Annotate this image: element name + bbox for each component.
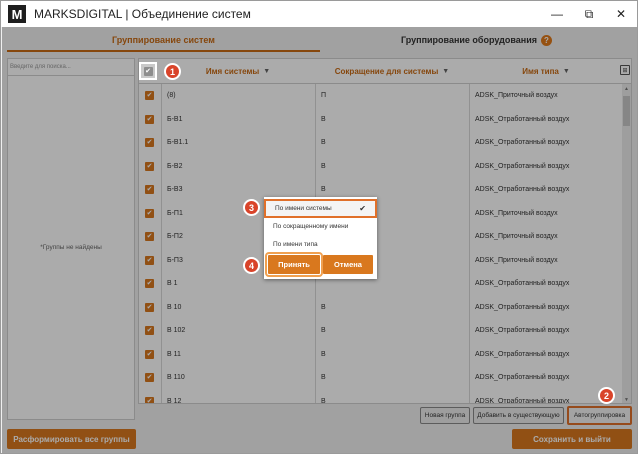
window-controls: — ⧉ ✕ xyxy=(541,1,637,27)
autogroup-popup: По имени системы ✔ По сокращенному имени … xyxy=(264,197,377,279)
close-icon[interactable]: ✕ xyxy=(605,1,637,27)
option-by-type-name[interactable]: По имени типа xyxy=(264,235,377,254)
app-window: M MARKSDIGITAL | Объединение систем — ⧉ … xyxy=(0,0,638,454)
minimize-icon[interactable]: — xyxy=(541,1,573,27)
step-badge-3: 3 xyxy=(243,199,260,216)
option-by-system-name[interactable]: По имени системы ✔ xyxy=(264,199,377,218)
select-all-checkbox[interactable]: ✔ xyxy=(139,62,157,80)
step-badge-4: 4 xyxy=(243,257,260,274)
step-badge-2: 2 xyxy=(598,387,615,404)
title-bar: M MARKSDIGITAL | Объединение систем — ⧉ … xyxy=(1,1,637,27)
step-badge-1: 1 xyxy=(164,63,181,80)
option-label: По имени типа xyxy=(273,241,318,248)
window-title: MARKSDIGITAL | Объединение систем xyxy=(34,7,251,21)
accept-button[interactable]: Принять xyxy=(265,252,323,277)
app-logo: M xyxy=(8,5,26,23)
check-icon: ✔ xyxy=(143,66,153,76)
cancel-button[interactable]: Отмена xyxy=(323,255,373,274)
option-label: По имени системы xyxy=(275,205,332,212)
option-by-abbreviation[interactable]: По сокращенному имени xyxy=(264,217,377,236)
maximize-icon[interactable]: ⧉ xyxy=(573,1,605,27)
check-icon: ✔ xyxy=(359,204,366,213)
option-label: По сокращенному имени xyxy=(273,223,349,230)
